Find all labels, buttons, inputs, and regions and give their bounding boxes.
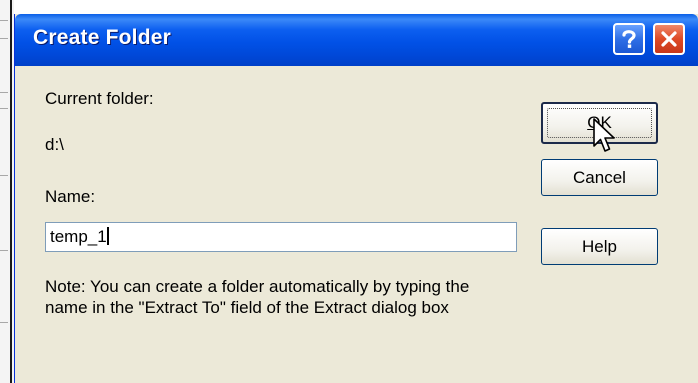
background-tick [0, 108, 8, 109]
close-icon [661, 31, 677, 47]
background-tick [0, 322, 8, 323]
titlebar-help-button[interactable] [613, 23, 645, 55]
background-tick [0, 38, 8, 39]
folder-name-value: temp_1 [50, 227, 107, 246]
create-folder-dialog: Create Folder Current folder: d:\ Name: … [14, 14, 698, 383]
text-caret [106, 227, 109, 245]
background-tick [0, 92, 8, 93]
dialog-title: Create Folder [33, 26, 171, 49]
title-bar[interactable]: Create Folder [15, 14, 698, 66]
help-icon [622, 30, 636, 48]
cancel-button-label: Cancel [573, 167, 626, 187]
folder-name-input[interactable]: temp_1 [45, 222, 517, 252]
note-text: Note: You can create a folder automatica… [45, 277, 470, 317]
help-button[interactable]: Help [541, 228, 658, 265]
background-border [10, 0, 12, 383]
current-folder-value: d:\ [45, 135, 64, 154]
titlebar-close-button[interactable] [653, 23, 685, 55]
background-window-edge [0, 0, 14, 383]
background-tick [0, 20, 8, 21]
background-tick [0, 250, 8, 251]
name-label: Name: [45, 187, 96, 206]
cancel-button[interactable]: Cancel [541, 159, 658, 196]
help-button-label: Help [582, 236, 617, 256]
mouse-cursor-icon [593, 118, 615, 152]
current-folder-label: Current folder: [45, 89, 154, 108]
background-tick [0, 175, 8, 176]
